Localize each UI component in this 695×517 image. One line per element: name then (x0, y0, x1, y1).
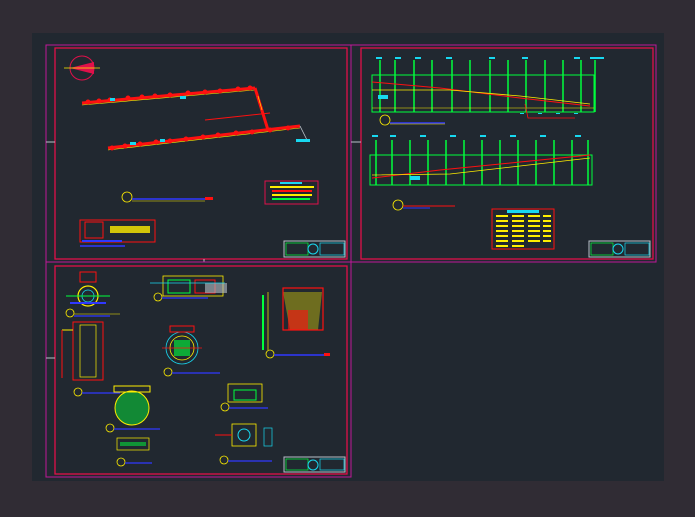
drawing-canvas[interactable] (0, 0, 695, 513)
cad-viewport[interactable] (0, 0, 695, 513)
